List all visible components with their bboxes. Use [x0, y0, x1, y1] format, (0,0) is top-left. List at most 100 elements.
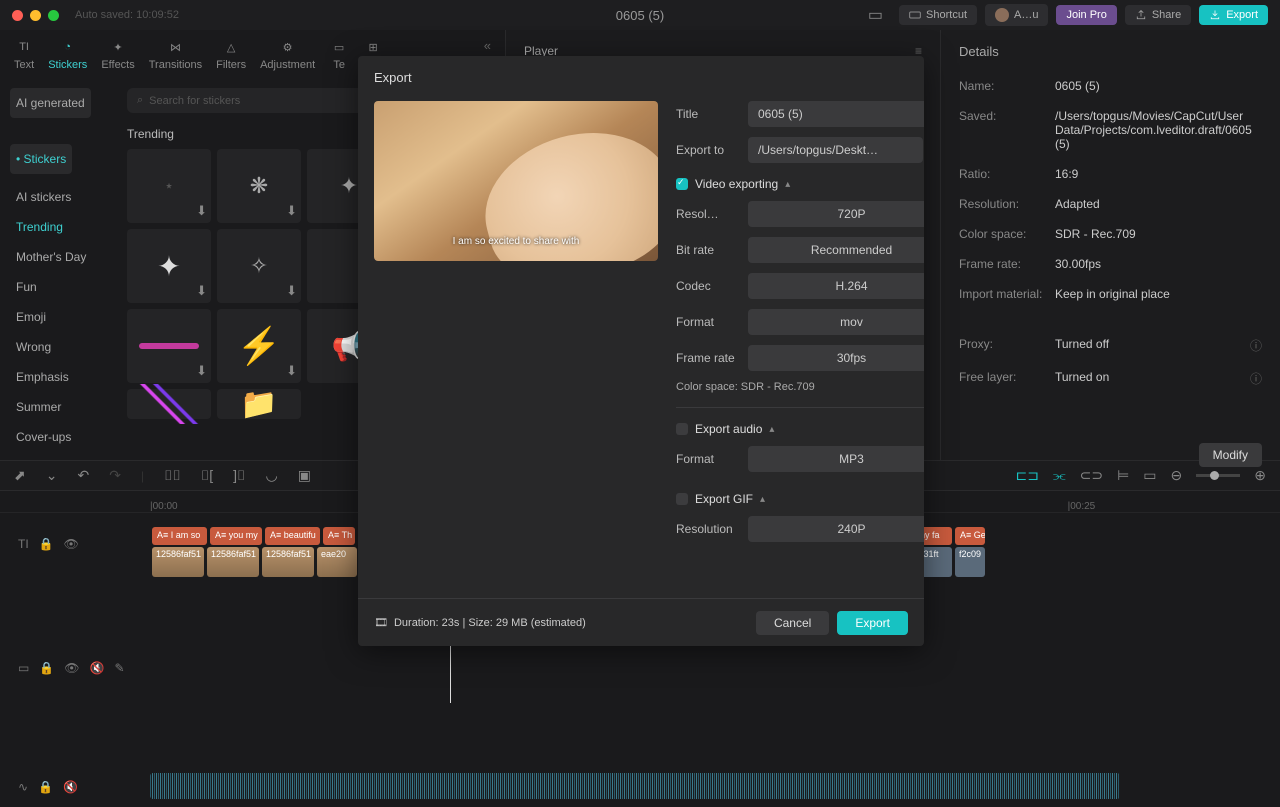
sticker-item[interactable]: ✦⬇ [127, 229, 211, 303]
sticker-item[interactable]: ❋⬇ [217, 149, 301, 223]
link-icon[interactable]: ⫘ [1053, 467, 1066, 484]
video-clip[interactable]: f2c09 [955, 547, 985, 577]
gif-export-checkbox[interactable] [676, 493, 688, 505]
codec-select[interactable]: H.264 [748, 273, 924, 299]
minimize-window-icon[interactable] [30, 10, 41, 21]
zoom-slider[interactable] [1196, 474, 1240, 477]
lock-icon[interactable]: 🔒 [39, 537, 54, 551]
bitrate-select[interactable]: Recommended [748, 237, 924, 263]
screen-icon[interactable]: ▭ [1143, 467, 1156, 484]
image-icon[interactable]: ▣ [298, 467, 311, 484]
modify-button[interactable]: Modify [1199, 443, 1262, 467]
export-button[interactable]: Export [1199, 5, 1268, 25]
lock-icon[interactable]: 🔒 [38, 780, 53, 794]
split-left-icon[interactable]: ⌷[ [201, 467, 213, 484]
eye-icon[interactable]: 👁 [64, 537, 79, 551]
align-icon[interactable]: ⊨ [1117, 467, 1129, 484]
category-trending[interactable]: Trending [10, 212, 105, 242]
export-audio-section[interactable]: Export audio ▴ [676, 422, 924, 436]
category-stickers[interactable]: • Stickers [10, 144, 72, 174]
download-icon[interactable]: ⬇ [196, 203, 207, 219]
info-icon[interactable]: ⓘ [1250, 337, 1262, 354]
edit-icon[interactable]: ✎ [114, 661, 124, 675]
subtitle-clip[interactable]: A≡ Ge [955, 527, 985, 545]
info-icon[interactable]: ⓘ [1250, 370, 1262, 387]
sticker-item[interactable]: ⋆⬇ [127, 149, 211, 223]
shortcut-button[interactable]: Shortcut [899, 5, 977, 25]
split-right-icon[interactable]: ]⌷ [233, 467, 245, 484]
export-path-input[interactable] [748, 137, 923, 163]
gif-resolution-select[interactable]: 240P [748, 516, 924, 542]
video-clip[interactable]: 12586faf51 [152, 547, 204, 577]
subtitle-clip[interactable]: A≡ I am so [152, 527, 207, 545]
category-summer[interactable]: Summer [10, 392, 105, 422]
download-icon[interactable]: ⬇ [196, 283, 207, 299]
download-icon[interactable]: ⬇ [286, 283, 297, 299]
category-fun[interactable]: Fun [10, 272, 105, 302]
tab-adjustment[interactable]: ⚙Adjustment [260, 38, 315, 71]
category-ai-stickers[interactable]: AI stickers [10, 182, 105, 212]
sticker-item[interactable]: 📁 [217, 389, 301, 419]
subtitle-clip[interactable]: A≡ Th [323, 527, 355, 545]
track-head[interactable]: TI🔒👁 [0, 519, 105, 569]
user-button[interactable]: A…u [985, 4, 1048, 26]
layout-icon[interactable]: ▭ [868, 5, 883, 25]
category-cover-ups[interactable]: Cover-ups [10, 422, 105, 452]
redo-icon[interactable]: ↷ [109, 467, 121, 484]
subtitle-clip[interactable]: A≡ you my [210, 527, 262, 545]
tab-templates[interactable]: ▭Te [329, 38, 349, 71]
download-icon[interactable]: ⬇ [286, 203, 297, 219]
tab-more[interactable]: ⊞ [363, 38, 383, 56]
audio-waveform[interactable] [150, 773, 1120, 799]
zoom-in-icon[interactable]: ⊕ [1254, 467, 1266, 484]
export-confirm-button[interactable]: Export [837, 611, 908, 635]
link2-icon[interactable]: ⊂⊃ [1080, 467, 1103, 484]
cancel-button[interactable]: Cancel [756, 611, 829, 635]
track-head[interactable]: ▭🔒👁🔇✎ [0, 643, 105, 693]
cursor-icon[interactable]: ⬈ [14, 467, 26, 484]
resolution-select[interactable]: 720P [748, 201, 924, 227]
tab-text[interactable]: TIText [14, 38, 34, 71]
mute-icon[interactable]: 🔇 [63, 780, 78, 794]
subtitle-clip[interactable]: A≡ beautifu [265, 527, 320, 545]
audio-track[interactable]: ∿🔒🔇 [0, 767, 1280, 807]
category-ai-generated[interactable]: AI generated [10, 88, 91, 118]
tab-transitions[interactable]: ⋈Transitions [149, 38, 202, 71]
audio-format-select[interactable]: MP3 [748, 446, 924, 472]
split-icon[interactable]: ⌷⌷ [164, 467, 181, 484]
video-exporting-section[interactable]: Video exporting ▴ [676, 177, 924, 191]
category-emphasis[interactable]: Emphasis [10, 362, 105, 392]
lock-icon[interactable]: 🔒 [39, 661, 54, 675]
category-wrong[interactable]: Wrong [10, 332, 105, 362]
chevron-down-icon[interactable]: ⌄ [46, 467, 58, 484]
shield-icon[interactable]: ◡ [265, 467, 277, 484]
undo-icon[interactable]: ↶ [77, 467, 89, 484]
mute-icon[interactable]: 🔇 [90, 661, 105, 675]
audio-export-checkbox[interactable] [676, 423, 688, 435]
collapse-icon[interactable]: « [484, 38, 491, 53]
maximize-window-icon[interactable] [48, 10, 59, 21]
join-pro-button[interactable]: Join Pro [1056, 5, 1116, 25]
sticker-item[interactable]: ⚡⬇ [217, 309, 301, 383]
track-head[interactable]: ∿🔒🔇 [0, 767, 105, 807]
video-clip[interactable]: eae20 [317, 547, 357, 577]
category-mothers-day[interactable]: Mother's Day [10, 242, 105, 272]
sticker-item[interactable] [127, 389, 211, 419]
tab-filters[interactable]: △Filters [216, 38, 246, 71]
export-gif-section[interactable]: Export GIF ▴ [676, 492, 924, 506]
download-icon[interactable]: ⬇ [286, 363, 297, 379]
title-input[interactable] [748, 101, 924, 127]
video-track[interactable]: ▭🔒👁🔇✎ [0, 643, 1280, 703]
eye-icon[interactable]: 👁 [64, 661, 79, 675]
video-export-checkbox[interactable] [676, 178, 688, 190]
format-select[interactable]: mov [748, 309, 924, 335]
download-icon[interactable]: ⬇ [196, 363, 207, 379]
share-button[interactable]: Share [1125, 5, 1191, 25]
sticker-item[interactable]: ⬇ [127, 309, 211, 383]
video-clip[interactable]: 12586faf51 [207, 547, 259, 577]
magnet-icon[interactable]: ⊏⊐ [1016, 467, 1039, 484]
zoom-out-icon[interactable]: ⊖ [1171, 467, 1183, 484]
sticker-item[interactable]: ✧⬇ [217, 229, 301, 303]
video-clip[interactable]: 12586faf51 [262, 547, 314, 577]
tab-stickers[interactable]: ◔Stickers [48, 38, 87, 71]
